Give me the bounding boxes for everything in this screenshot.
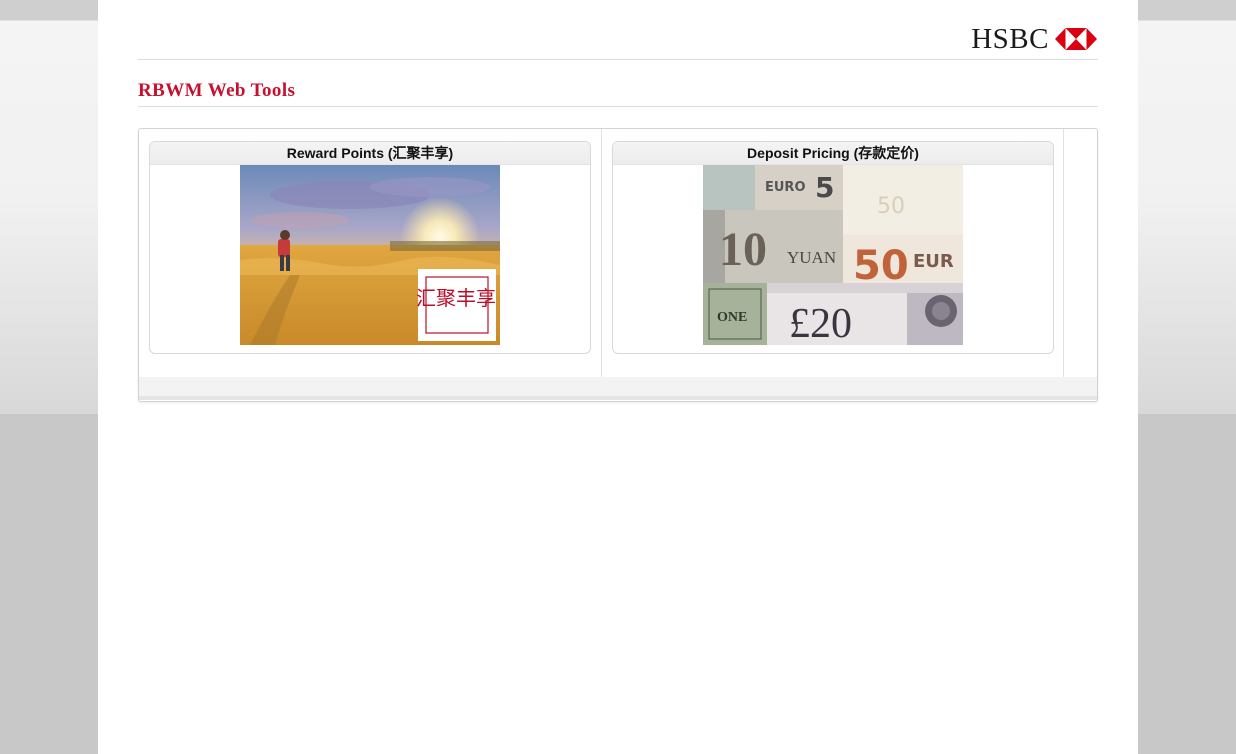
title-row: RBWM Web Tools	[138, 78, 1098, 107]
banknote-text: ONE	[717, 310, 747, 325]
tile-title[interactable]: Reward Points (汇聚丰享)	[150, 142, 590, 165]
banknote-text: 50	[853, 243, 909, 289]
header: HSBC	[138, 0, 1098, 60]
column-divider	[601, 129, 602, 396]
tools-panel-footer-line	[139, 397, 1097, 400]
page-container: HSBC RBWM Web Tools Reward Points (汇聚丰享)	[98, 0, 1138, 754]
badge-text: 汇聚丰享	[416, 286, 496, 310]
field-walker-sunset-image[interactable]: 汇聚丰享	[240, 165, 500, 345]
banknote-text: £20	[789, 301, 852, 345]
banknote-text: 50	[877, 194, 905, 219]
tool-tile-deposit-pricing[interactable]: Deposit Pricing (存款定价) EURO 5 50 10 YUAN…	[612, 141, 1054, 354]
tools-panel: Reward Points (汇聚丰享) 汇聚丰享 Deposit Pricin…	[138, 128, 1098, 402]
tool-tile-reward-points[interactable]: Reward Points (汇聚丰享) 汇聚丰享	[149, 141, 591, 354]
column-divider	[1063, 129, 1064, 396]
logo-wordmark: HSBC	[971, 23, 1049, 55]
banknote-text: YUAN	[787, 248, 836, 267]
banknote-text: 5	[815, 171, 834, 204]
hexagon-logo-icon	[1055, 28, 1097, 50]
tile-title[interactable]: Deposit Pricing (存款定价)	[613, 142, 1053, 165]
banknote-text: EURO	[765, 180, 806, 195]
banknote-text: EUR	[913, 251, 954, 272]
hsbc-logo[interactable]: HSBC	[971, 24, 1097, 54]
page-title: RBWM Web Tools	[138, 80, 296, 101]
tools-panel-footer	[139, 377, 1097, 397]
currency-banknotes-image[interactable]: EURO 5 50 10 YUAN 50 EUR ONE £20	[703, 165, 963, 345]
banknote-text: 10	[719, 223, 767, 276]
